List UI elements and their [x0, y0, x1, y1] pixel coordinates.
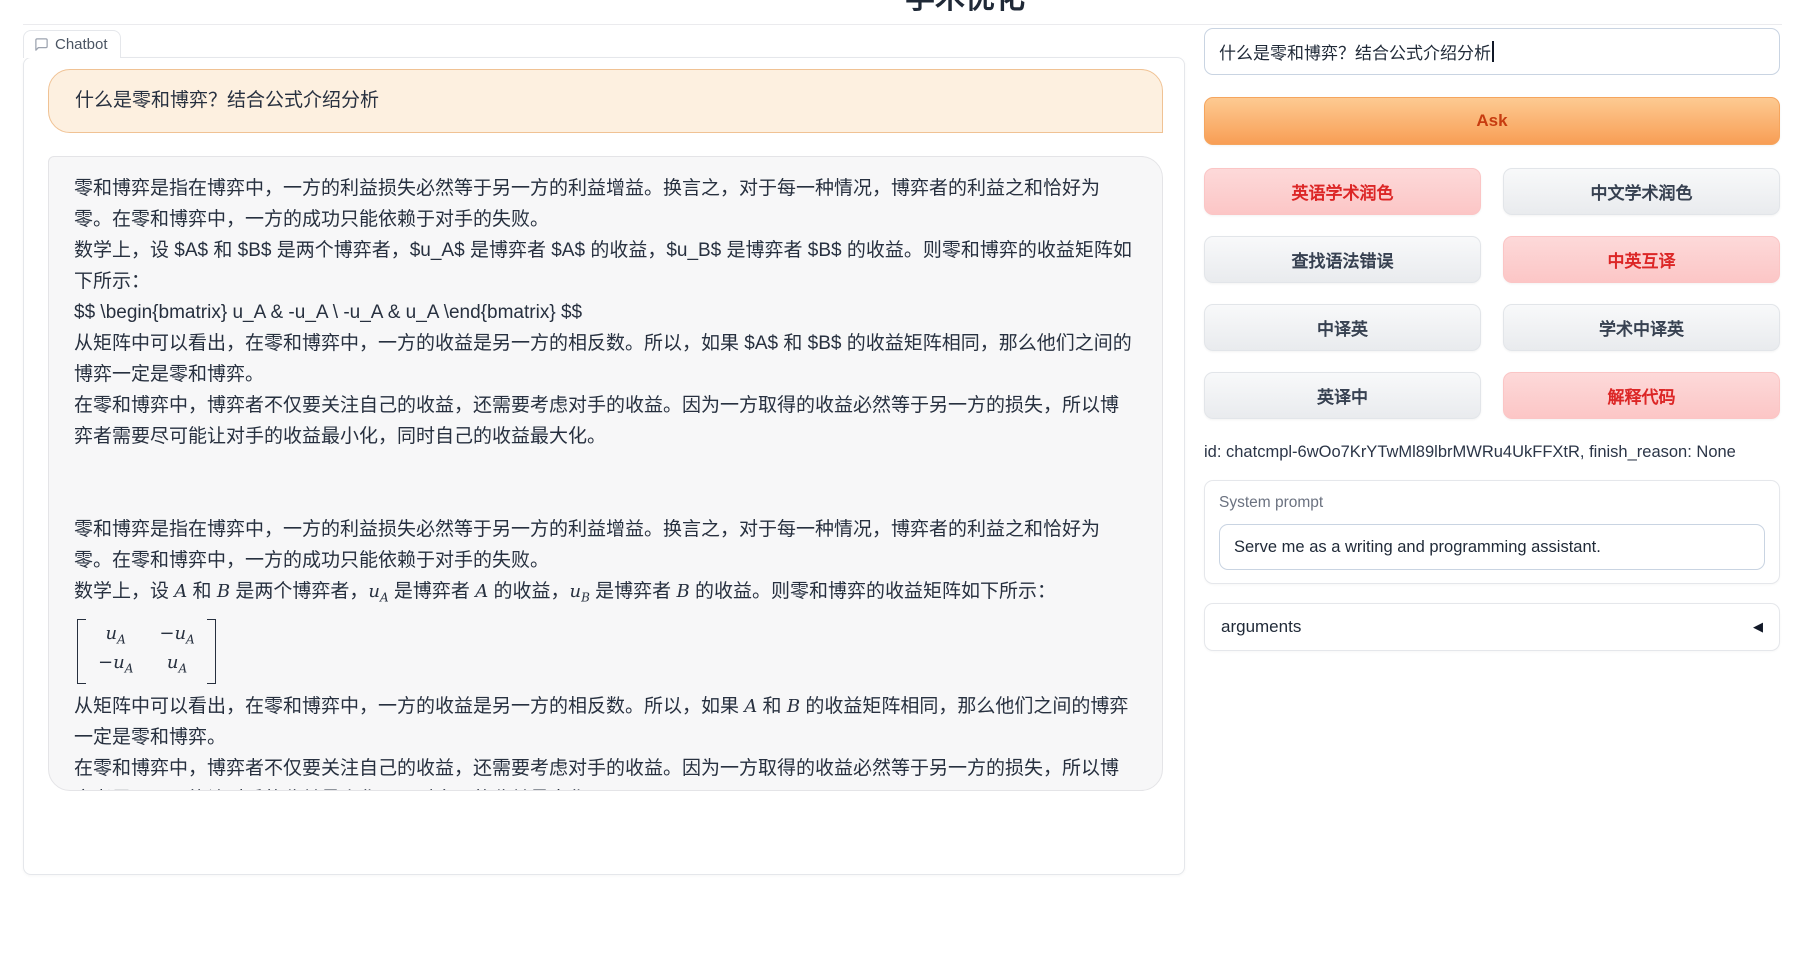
matrix-left-bracket [77, 619, 86, 684]
button-en-to-zh-translate[interactable]: 英译中 [1204, 372, 1481, 419]
math-var: B [217, 581, 230, 602]
math-var: uA [368, 581, 388, 602]
user-message: 什么是零和博弈？结合公式介绍分析 [48, 69, 1163, 133]
bot-message: 零和博弈是指在博弈中，一方的利益损失必然等于另一方的利益增益。换言之，对于每一种… [48, 156, 1163, 791]
button-find-grammar-errors[interactable]: 查找语法错误 [1204, 236, 1481, 283]
button-english-academic-polish[interactable]: 英语学术润色 [1204, 168, 1481, 215]
chatbot-label-text: Chatbot [55, 36, 108, 53]
chatbot-panel: Chatbot 什么是零和博弈？结合公式介绍分析 零和博弈是指在博弈中，一方的利… [23, 57, 1185, 875]
math-var: A [174, 581, 187, 602]
system-prompt-input[interactable]: Serve me as a writing and programming as… [1219, 524, 1765, 570]
control-column: 什么是零和博弈？结合公式介绍分析 Ask 英语学术润色 中文学术润色 查找语法错… [1204, 28, 1780, 651]
quick-action-grid: 英语学术润色 中文学术润色 查找语法错误 中英互译 中译英 学术中译英 英译中 … [1204, 168, 1780, 419]
chat-bubble-icon [34, 37, 49, 52]
page-title: 学术优化 [905, 0, 1025, 17]
matrix-cell: uA [159, 651, 194, 681]
question-input-value: 什么是零和博弈？结合公式介绍分析 [1219, 39, 1491, 64]
matrix-cell: −uA [98, 651, 133, 681]
math-var: B [676, 581, 689, 602]
math-var: A [744, 696, 757, 717]
completion-status: id: chatcmpl-6wOo7KrYTwMl89lbrMWRu4UkFFX… [1204, 443, 1780, 462]
ask-button[interactable]: Ask [1204, 97, 1780, 145]
system-prompt-value: Serve me as a writing and programming as… [1234, 538, 1601, 557]
bot-matrix-conclusion-line: 从矩阵中可以看出，在零和博弈中，一方的收益是另一方的相反数。所以，如果 A 和 … [61, 691, 1137, 753]
bot-latex-source: $$ \begin{bmatrix} u_A & -u_A \ -u_A & u… [61, 297, 1137, 328]
paragraph-gap [61, 452, 1137, 514]
math-var: A [475, 581, 488, 602]
bot-paragraph: 零和博弈是指在博弈中，一方的利益损失必然等于另一方的利益增益。换言之，对于每一种… [61, 514, 1137, 576]
bot-paragraph: 在零和博弈中，博弈者不仅要关注自己的收益，还需要考虑对手的收益。因为一方取得的收… [61, 390, 1137, 452]
system-prompt-label: System prompt [1219, 494, 1765, 512]
button-explain-code[interactable]: 解释代码 [1503, 372, 1780, 419]
arguments-accordion-label: arguments [1221, 617, 1301, 637]
system-prompt-panel: System prompt Serve me as a writing and … [1204, 480, 1780, 584]
app-root: 学术优化 Chatbot 什么是零和博弈？结合公式介绍分析 零和博弈是指在博弈中… [0, 0, 1814, 961]
bot-paragraph: 从矩阵中可以看出，在零和博弈中，一方的收益是另一方的相反数。所以，如果 $A$ … [61, 328, 1137, 390]
arguments-accordion[interactable]: arguments ◀ [1204, 603, 1780, 651]
matrix-formula: uA −uA −uA uA [77, 619, 216, 684]
button-zh-to-en-translate[interactable]: 中译英 [1204, 304, 1481, 351]
question-input[interactable]: 什么是零和博弈？结合公式介绍分析 [1204, 28, 1780, 75]
text-cursor [1492, 41, 1494, 62]
math-var: uB [569, 581, 589, 602]
button-zh-en-mutual-translate[interactable]: 中英互译 [1503, 236, 1780, 283]
bot-paragraph: 零和博弈是指在博弈中，一方的利益损失必然等于另一方的利益增益。换言之，对于每一种… [61, 173, 1137, 235]
user-message-text: 什么是零和博弈？结合公式介绍分析 [75, 90, 379, 111]
bot-math-intro-line: 数学上，设 A 和 B 是两个博弈者，uA 是博弈者 A 的收益，uB 是博弈者… [61, 576, 1137, 614]
chatbot-label: Chatbot [23, 30, 121, 58]
collapse-arrow-icon: ◀ [1753, 619, 1763, 635]
matrix-right-bracket [207, 619, 216, 684]
matrix-cell: uA [98, 622, 133, 652]
bot-paragraph: 在零和博弈中，博弈者不仅要关注自己的收益，还需要考虑对手的收益。因为一方取得的收… [61, 753, 1137, 791]
bot-paragraph: 数学上，设 $A$ 和 $B$ 是两个博弈者，$u_A$ 是博弈者 $A$ 的收… [61, 235, 1137, 297]
top-divider [23, 24, 1782, 25]
button-academic-zh-to-en[interactable]: 学术中译英 [1503, 304, 1780, 351]
math-var: B [787, 696, 800, 717]
button-chinese-academic-polish[interactable]: 中文学术润色 [1503, 168, 1780, 215]
matrix-cell: −uA [159, 622, 194, 652]
